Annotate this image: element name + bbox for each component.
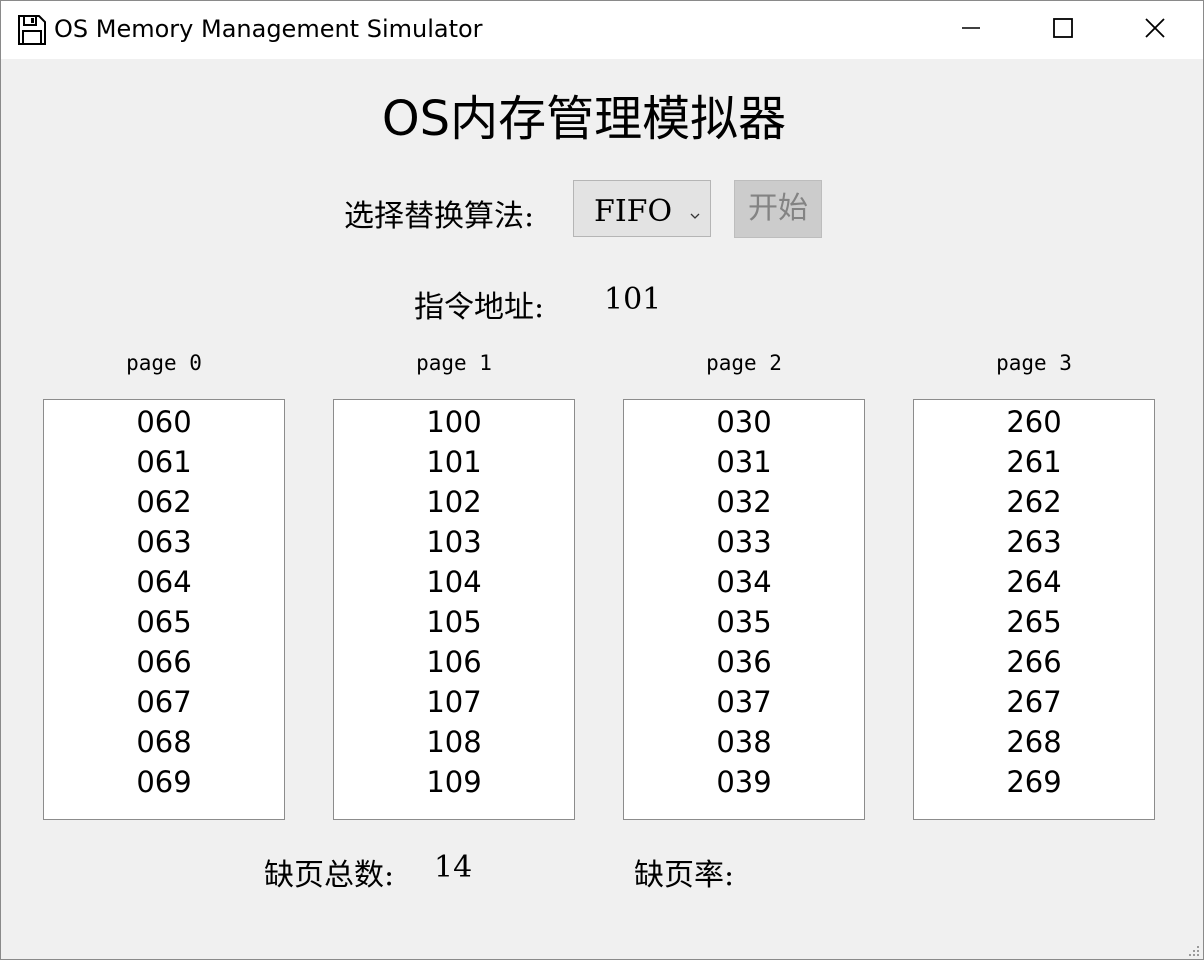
- page-frame-0: 060 061 062 063 064 065 066 067 068 069: [43, 399, 285, 820]
- page-entry: 107: [426, 685, 482, 719]
- page-frame-2: 030 031 032 033 034 035 036 037 038 039: [623, 399, 865, 820]
- page-entry: 067: [136, 685, 192, 719]
- page-frame-3: 260 261 262 263 264 265 266 267 268 269: [913, 399, 1155, 820]
- page-entry: 106: [426, 645, 482, 679]
- minimize-icon: [961, 18, 981, 42]
- page-title-0: page 0: [126, 351, 202, 375]
- algorithm-select-value: FIFO: [594, 194, 673, 229]
- close-icon: [1144, 17, 1166, 43]
- page-entry: 264: [1006, 565, 1062, 599]
- page-entry: 035: [716, 605, 772, 639]
- page-entry: 101: [426, 445, 482, 479]
- page-title-1: page 1: [416, 351, 492, 375]
- page-entry: 105: [426, 605, 482, 639]
- window-title: OS Memory Management Simulator: [54, 15, 483, 43]
- title-bar[interactable]: OS Memory Management Simulator: [1, 1, 1203, 59]
- page-entry: 060: [136, 405, 192, 439]
- floppy-disk-icon: [17, 14, 47, 46]
- page-entry: 039: [716, 765, 772, 799]
- page-entry: 066: [136, 645, 192, 679]
- page-entry: 108: [426, 725, 482, 759]
- page-fault-count-value: 14: [434, 850, 473, 885]
- page-entry: 063: [136, 525, 192, 559]
- page-entry: 068: [136, 725, 192, 759]
- maximize-button[interactable]: [1017, 1, 1109, 59]
- page-entry: 037: [716, 685, 772, 719]
- page-entry: 268: [1006, 725, 1062, 759]
- algorithm-label: 选择替换算法:: [344, 199, 535, 234]
- maximize-icon: [1052, 17, 1074, 43]
- close-button[interactable]: [1109, 1, 1201, 59]
- page-entry: 102: [426, 485, 482, 519]
- page-entry: 269: [1006, 765, 1062, 799]
- algorithm-select[interactable]: FIFO: [573, 180, 711, 237]
- page-title-3: page 3: [996, 351, 1072, 375]
- page-entry: 262: [1006, 485, 1062, 519]
- start-button[interactable]: 开始: [734, 180, 822, 238]
- page-entry: 032: [716, 485, 772, 519]
- resize-grip-icon[interactable]: [1187, 943, 1201, 957]
- page-fault-count-label: 缺页总数:: [264, 858, 395, 893]
- page-entry: 031: [716, 445, 772, 479]
- page-entry: 265: [1006, 605, 1062, 639]
- page-entry: 061: [136, 445, 192, 479]
- page-entry: 062: [136, 485, 192, 519]
- instruction-address-label: 指令地址:: [414, 290, 545, 325]
- page-entry: 065: [136, 605, 192, 639]
- page-entry: 064: [136, 565, 192, 599]
- page-title: OS内存管理模拟器: [381, 91, 787, 147]
- page-entry: 069: [136, 765, 192, 799]
- page-title-2: page 2: [706, 351, 782, 375]
- page-entry: 104: [426, 565, 482, 599]
- page-entry: 033: [716, 525, 772, 559]
- chevron-down-icon: [690, 205, 700, 219]
- app-window: OS Memory Management Simulator OS内存管理模拟器…: [0, 0, 1204, 960]
- page-entry: 260: [1006, 405, 1062, 439]
- page-entry: 109: [426, 765, 482, 799]
- page-entry: 100: [426, 405, 482, 439]
- page-entry: 267: [1006, 685, 1062, 719]
- page-entry: 034: [716, 565, 772, 599]
- page-entry: 261: [1006, 445, 1062, 479]
- page-entry: 103: [426, 525, 482, 559]
- page-entry: 038: [716, 725, 772, 759]
- instruction-address-value: 101: [604, 282, 662, 317]
- page-fault-rate-label: 缺页率:: [634, 858, 735, 893]
- minimize-button[interactable]: [925, 1, 1017, 59]
- page-entry: 263: [1006, 525, 1062, 559]
- page-frame-1: 100 101 102 103 104 105 106 107 108 109: [333, 399, 575, 820]
- page-entry: 036: [716, 645, 772, 679]
- page-entry: 266: [1006, 645, 1062, 679]
- page-entry: 030: [716, 405, 772, 439]
